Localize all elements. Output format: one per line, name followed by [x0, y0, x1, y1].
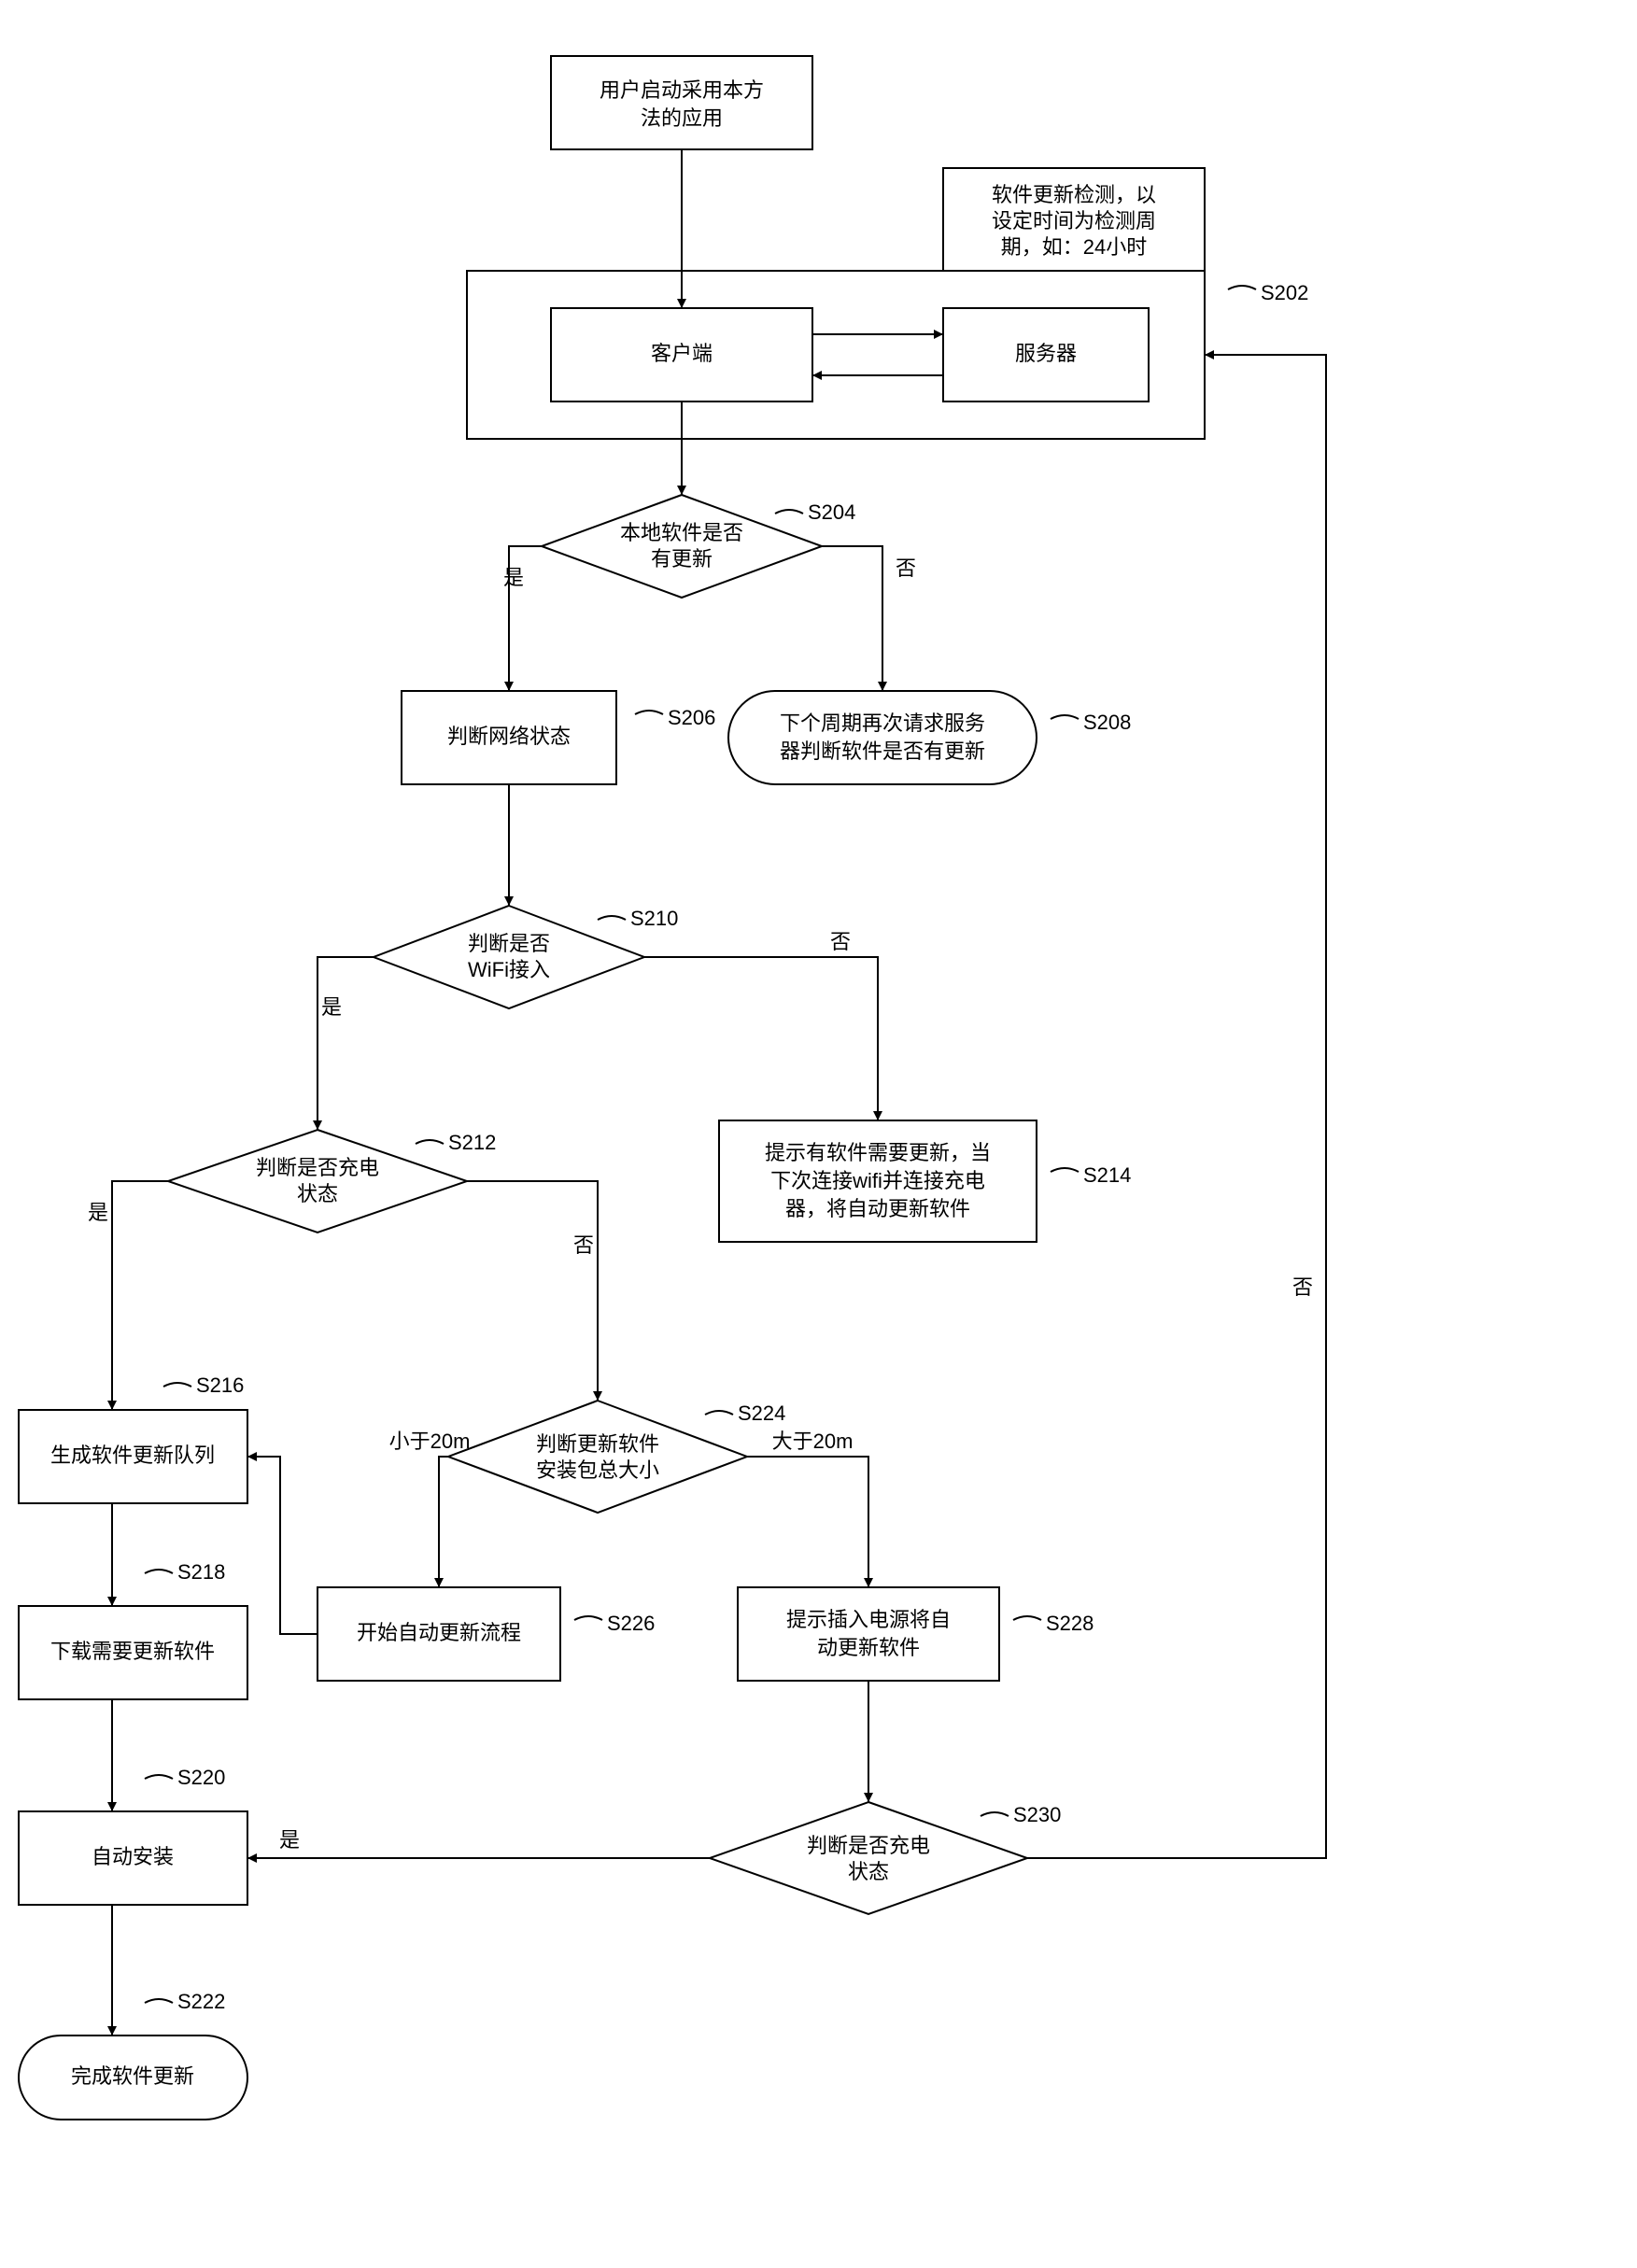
node-server-l1: 服务器 — [1015, 342, 1077, 365]
node-t208-l2: 器判断软件是否有更新 — [780, 740, 985, 763]
node-s220-l1: 自动安装 — [92, 1845, 174, 1868]
curl-s216 — [163, 1383, 191, 1387]
label-s204: S204 — [808, 500, 855, 524]
label-s206: S206 — [668, 706, 715, 729]
node-d224-l1: 判断更新软件 — [536, 1432, 659, 1456]
curl-s204 — [775, 510, 803, 514]
node-d230-l1: 判断是否充电 — [807, 1834, 930, 1857]
curl-s226 — [574, 1616, 602, 1620]
label-s202: S202 — [1261, 281, 1308, 304]
flowchart-canvas: 用户启动采用本方 法的应用 软件更新检测，以 设定时间为检测周 期，如：24小时… — [0, 0, 1637, 2268]
curl-s206 — [635, 711, 663, 714]
node-s214-l2: 下次连接wifi并连接充电 — [770, 1169, 985, 1192]
label-d204-yes: 是 — [503, 566, 524, 589]
node-s216-l1: 生成软件更新队列 — [50, 1444, 215, 1467]
edge-d210-yes — [318, 957, 374, 1130]
label-d210-yes: 是 — [321, 995, 342, 1019]
edge-d212-no — [467, 1181, 598, 1401]
edge-d224-lt — [439, 1457, 448, 1587]
node-d210-l2: WiFi接入 — [468, 958, 550, 981]
curl-s228 — [1013, 1616, 1041, 1620]
node-t222-l1: 完成软件更新 — [71, 2064, 194, 2088]
label-s212: S212 — [448, 1131, 496, 1154]
label-d224-gt: 大于20m — [772, 1430, 854, 1453]
edge-d224-gt — [747, 1457, 868, 1587]
node-s226-l1: 开始自动更新流程 — [357, 1621, 521, 1644]
node-d204-l1: 本地软件是否 — [620, 521, 743, 544]
node-d210-l1: 判断是否 — [468, 932, 550, 955]
curl-s220 — [145, 1775, 173, 1779]
node-start — [551, 56, 812, 149]
label-d230-no: 否 — [1292, 1275, 1313, 1299]
label-d212-yes: 是 — [88, 1201, 108, 1224]
curl-s218 — [145, 1570, 173, 1573]
label-d210-no: 否 — [830, 930, 851, 953]
node-client-l1: 客户端 — [651, 342, 713, 365]
label-d230-yes: 是 — [279, 1828, 300, 1852]
label-s228: S228 — [1046, 1612, 1094, 1635]
curl-s208 — [1051, 715, 1079, 719]
curl-s212 — [416, 1140, 444, 1144]
node-s228-l1: 提示插入电源将自 — [786, 1608, 951, 1631]
label-s208: S208 — [1083, 711, 1131, 734]
label-s220: S220 — [177, 1766, 225, 1789]
node-start-l2: 法的应用 — [641, 106, 723, 130]
node-d230 — [710, 1802, 1027, 1914]
label-s226: S226 — [607, 1612, 655, 1635]
node-note-l1: 软件更新检测，以 — [992, 183, 1156, 206]
curl-s224 — [705, 1411, 733, 1415]
curl-s230 — [981, 1812, 1009, 1816]
node-d224 — [448, 1401, 747, 1513]
curl-s214 — [1051, 1168, 1079, 1172]
label-s230: S230 — [1013, 1803, 1061, 1826]
node-d224-l2: 安装包总大小 — [536, 1458, 659, 1482]
node-s228 — [738, 1587, 999, 1681]
label-s222: S222 — [177, 1990, 225, 2013]
edge-d212-yes — [112, 1181, 168, 1410]
node-s214-l3: 器，将自动更新软件 — [785, 1197, 970, 1220]
curl-s222 — [145, 1999, 173, 2003]
node-note-l3: 期，如：24小时 — [1001, 235, 1147, 259]
edge-d210-no — [644, 957, 878, 1120]
edge-d204-no — [822, 546, 882, 691]
label-s214: S214 — [1083, 1163, 1131, 1187]
edge-s226-s216 — [247, 1457, 318, 1634]
label-s218: S218 — [177, 1560, 225, 1584]
curl-s210 — [598, 916, 626, 920]
node-t208-l1: 下个周期再次请求服务 — [780, 711, 985, 735]
node-s218-l1: 下载需要更新软件 — [50, 1640, 215, 1663]
node-d212-l1: 判断是否充电 — [256, 1156, 379, 1179]
node-s214-l1: 提示有软件需要更新，当 — [765, 1141, 991, 1164]
node-d230-l2: 状态 — [848, 1860, 889, 1883]
node-start-l1: 用户启动采用本方 — [600, 78, 764, 102]
node-s206-l1: 判断网络状态 — [447, 725, 571, 748]
label-d212-no: 否 — [573, 1233, 594, 1257]
node-s228-l2: 动更新软件 — [817, 1636, 920, 1659]
node-d212-l2: 状态 — [297, 1182, 338, 1205]
node-d204-l2: 有更新 — [651, 547, 713, 571]
label-s210: S210 — [630, 907, 678, 930]
node-note-l2: 设定时间为检测周 — [992, 209, 1156, 232]
label-s224: S224 — [738, 1402, 785, 1425]
label-d224-lt: 小于20m — [389, 1430, 471, 1453]
label-d204-no: 否 — [896, 556, 916, 580]
label-s216: S216 — [196, 1373, 244, 1397]
curl-s202 — [1228, 286, 1256, 289]
node-t208 — [728, 691, 1037, 784]
